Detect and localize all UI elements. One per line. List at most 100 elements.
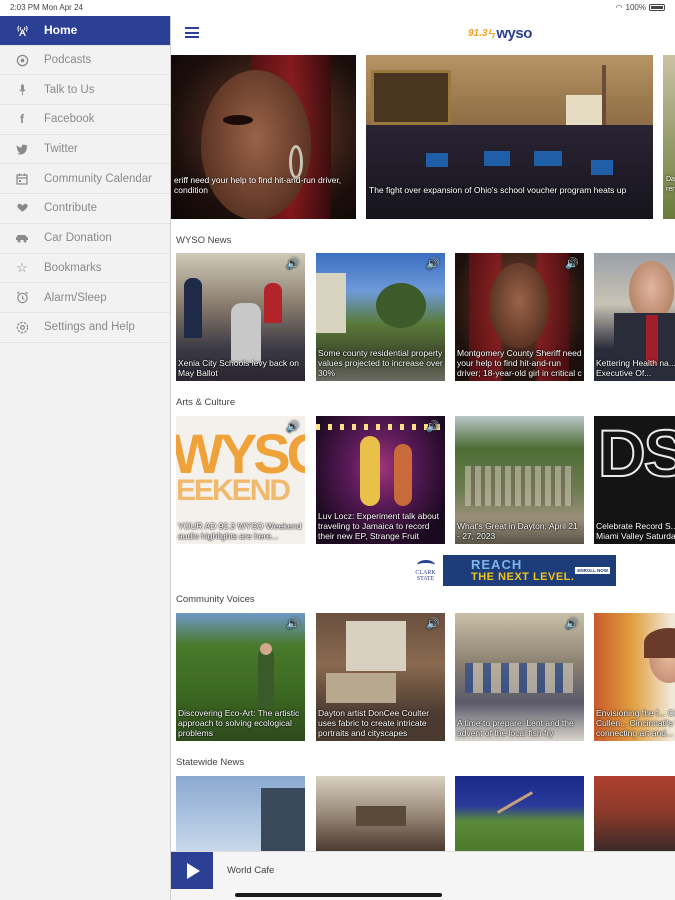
sidebar-item-facebook[interactable]: f Facebook: [0, 105, 170, 135]
story-card[interactable]: [594, 776, 675, 851]
sidebar-item-label: Alarm/Sleep: [44, 291, 107, 304]
hero-card[interactable]: Da... ren...: [663, 55, 675, 219]
story-card[interactable]: 🔊 Montgomery County Sheriff need your he…: [455, 253, 584, 381]
sidebar-item-label: Contribute: [44, 202, 98, 215]
sidebar-item-label: Talk to Us: [44, 83, 95, 96]
hero-card[interactable]: eriff need your help to find hit-and-run…: [171, 55, 356, 219]
news-row: 🔊 Xenia City Schools levy back on May Ba…: [176, 253, 675, 381]
story-caption: Kettering Health na... Chief Executive O…: [596, 358, 675, 378]
hero-caption: eriff need your help to find hit-and-run…: [174, 175, 342, 195]
story-card[interactable]: 🔊 Dayton artist DonCee Coulter uses fabr…: [316, 613, 445, 741]
sidebar-item-podcasts[interactable]: Podcasts: [0, 46, 170, 76]
story-card[interactable]: 🔊 Xenia City Schools levy back on May Ba…: [176, 253, 305, 381]
home-indicator[interactable]: [235, 893, 442, 897]
hero-card[interactable]: The fight over expansion of Ohio's schoo…: [366, 55, 653, 219]
audio-player-bar: World Cafe: [171, 851, 675, 900]
sidebar-menu: Home Podcasts Talk to Us f Facebook Twit…: [0, 16, 171, 900]
audio-speaker-icon[interactable]: 🔊: [564, 617, 580, 631]
status-bar: 2:03 PM Mon Apr 24 ◠ 100%: [0, 0, 675, 16]
story-caption: What's Great in Dayton: April 21 - 27, 2…: [457, 521, 578, 541]
story-caption: Some county residential property values …: [318, 348, 443, 378]
story-caption: Xenia City Schools levy back on May Ball…: [178, 358, 299, 378]
status-time: 2:03 PM Mon Apr 24: [10, 3, 83, 12]
sidebar-item-settings-help[interactable]: Settings and Help: [0, 313, 170, 343]
star-icon: ☆: [16, 259, 28, 275]
story-card[interactable]: What's Great in Dayton: April 21 - 27, 2…: [455, 416, 584, 544]
story-card[interactable]: Envisioning the f... Collagist Cullen...…: [594, 613, 675, 741]
hero-caption: Da... ren...: [666, 176, 675, 193]
section-title-wyso-news: WYSO News: [176, 235, 232, 246]
logo-name: wyso: [496, 24, 532, 42]
hero-caption: The fight over expansion of Ohio's schoo…: [369, 185, 627, 195]
heart-hand-icon: [15, 201, 29, 215]
story-caption: Discovering Eco-Art: The artistic approa…: [178, 708, 300, 738]
now-playing-title[interactable]: World Cafe: [227, 865, 274, 876]
story-card[interactable]: 🔊 Some county residential property value…: [316, 253, 445, 381]
story-card[interactable]: [455, 776, 584, 851]
ad-headline2: THE NEXT LEVEL.: [471, 571, 575, 583]
audio-speaker-icon[interactable]: 🔊: [425, 257, 441, 271]
car-icon: [15, 231, 29, 245]
sidebar-item-talk-to-us[interactable]: Talk to Us: [0, 75, 170, 106]
section-title-statewide-news: Statewide News: [176, 757, 245, 768]
sidebar-item-car-donation[interactable]: Car Donation: [0, 224, 170, 254]
sidebar-item-twitter[interactable]: Twitter: [0, 135, 170, 165]
audio-speaker-icon[interactable]: 🔊: [425, 420, 441, 434]
story-card[interactable]: 🔊 A time to prepare: Lent and the advent…: [455, 613, 584, 741]
story-card[interactable]: 🔊 Luv Locz: Experiment talk about travel…: [316, 416, 445, 544]
sidebar-item-label: Bookmarks: [44, 261, 102, 274]
audio-speaker-icon[interactable]: 🔊: [564, 257, 580, 271]
statewide-row: [176, 776, 675, 851]
story-caption: Dayton artist DonCee Coulter uses fabric…: [318, 708, 430, 738]
podcast-icon: [15, 53, 29, 67]
story-card[interactable]: 🔊 Discovering Eco-Art: The artistic appr…: [176, 613, 305, 741]
story-caption: Montgomery County Sheriff need your help…: [457, 348, 582, 378]
section-title-arts-culture: Arts & Culture: [176, 397, 236, 408]
calendar-icon: [15, 172, 29, 186]
story-card[interactable]: WYSO EEKEND 🔊 YOUR AD 92.3 WYSO Weekend …: [176, 416, 305, 544]
ad-headline1: REACH: [471, 557, 523, 572]
audio-speaker-icon[interactable]: 🔊: [285, 420, 301, 434]
voices-row: 🔊 Discovering Eco-Art: The artistic appr…: [176, 613, 675, 741]
audio-speaker-icon[interactable]: 🔊: [425, 617, 441, 631]
arts-row: WYSO EEKEND 🔊 YOUR AD 92.3 WYSO Weekend …: [176, 416, 675, 544]
sidebar-item-community-calendar[interactable]: Community Calendar: [0, 164, 170, 195]
audio-speaker-icon[interactable]: 🔊: [285, 617, 301, 631]
wifi-icon: ◠: [615, 3, 623, 12]
sidebar-item-contribute[interactable]: Contribute: [0, 194, 170, 224]
hamburger-menu-icon[interactable]: [185, 27, 199, 38]
clark-state-logo: CLARK STATE: [408, 555, 443, 586]
twitter-icon: [15, 142, 29, 156]
sidebar-item-label: Car Donation: [44, 232, 112, 245]
story-caption: YOUR AD 92.3 WYSO Weekend audio highligh…: [178, 521, 302, 541]
sidebar-item-label: Community Calendar: [44, 172, 153, 185]
sidebar-item-label: Home: [44, 23, 78, 38]
top-bar: 91.3 ϟ wyso: [171, 16, 675, 50]
sponsor-ad-banner[interactable]: CLARK STATE REACH THE NEXT LEVEL. ENROLL…: [408, 555, 616, 586]
section-title-community-voices: Community Voices: [176, 594, 255, 605]
facebook-icon: f: [20, 112, 24, 127]
main-content: 91.3 ϟ wyso eriff need your help to find…: [171, 16, 675, 900]
alarm-clock-icon: [15, 291, 29, 305]
audio-speaker-icon[interactable]: 🔊: [285, 257, 301, 271]
sidebar-item-label: Facebook: [44, 113, 95, 126]
story-card[interactable]: DST Celebrate Record S... in the Miami V…: [594, 416, 675, 544]
sidebar-item-bookmarks[interactable]: ☆ Bookmarks: [0, 254, 170, 284]
status-right: ◠ 100%: [616, 3, 665, 12]
sidebar-item-label: Settings and Help: [44, 321, 135, 334]
story-caption: Celebrate Record S... in the Miami Valle…: [596, 521, 675, 541]
play-button[interactable]: [171, 852, 213, 889]
story-card[interactable]: Kettering Health na... Chief Executive O…: [594, 253, 675, 381]
story-caption: A time to prepare: Lent and the advent o…: [457, 718, 574, 738]
ad-enroll-button[interactable]: ENROLL NOW: [575, 567, 610, 574]
microphone-icon: [15, 83, 29, 97]
story-card[interactable]: [316, 776, 445, 851]
lightning-bolt-icon: ϟ: [488, 25, 496, 41]
sidebar-item-home[interactable]: Home: [0, 16, 170, 46]
story-card[interactable]: [176, 776, 305, 851]
sidebar-item-alarm-sleep[interactable]: Alarm/Sleep: [0, 283, 170, 313]
battery-icon: [649, 4, 665, 11]
sidebar-item-label: Twitter: [44, 143, 78, 156]
gear-icon: [15, 320, 29, 334]
play-icon: [187, 862, 200, 879]
